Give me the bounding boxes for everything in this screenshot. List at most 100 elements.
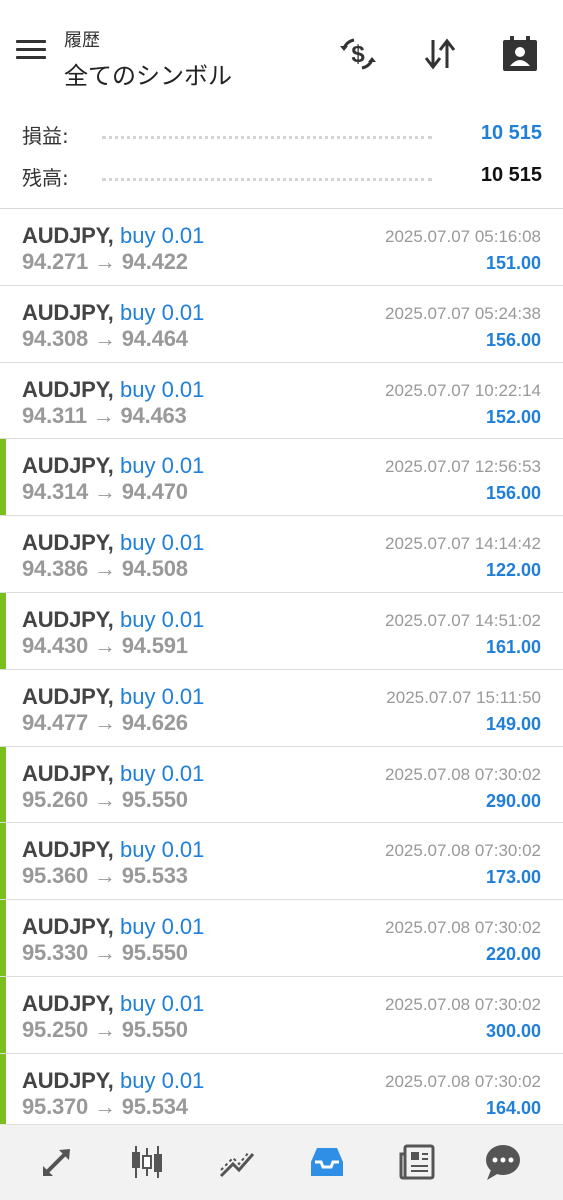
profit-value: 10 515 <box>480 122 542 144</box>
svg-text:$: $ <box>351 41 365 68</box>
trade-symbol: AUDJPY, <box>22 1067 114 1093</box>
trade-time: 2025.07.07 14:14:42 <box>385 534 541 554</box>
trade-symbol: AUDJPY, <box>22 299 114 325</box>
profit-row: 損益: 10 515 <box>22 120 542 150</box>
balance-label: 残高: <box>22 166 69 190</box>
trade-row[interactable]: AUDJPY, buy 0.01 94.477 → 94.626 2025.07… <box>0 670 563 747</box>
trade-symbol: AUDJPY, <box>22 837 114 863</box>
profit-accent-bar <box>0 823 6 900</box>
trade-time: 2025.07.07 05:24:38 <box>385 303 541 323</box>
trade-row[interactable]: AUDJPY, buy 0.01 94.308 → 94.464 2025.07… <box>0 286 563 363</box>
trade-row[interactable]: AUDJPY, buy 0.01 95.370 → 95.534 2025.07… <box>0 1053 563 1131</box>
sort-icon[interactable] <box>420 34 460 74</box>
profit-label: 損益: <box>22 124 69 148</box>
trade-profit: 122.00 <box>485 560 541 581</box>
profit-accent-bar <box>0 976 6 1053</box>
balance-value: 10 515 <box>480 164 542 186</box>
trade-prices: 95.250 → 95.550 <box>22 1016 188 1042</box>
trade-time: 2025.07.07 15:11:50 <box>386 687 541 707</box>
profit-accent-bar <box>0 900 6 976</box>
trade-time: 2025.07.07 10:22:14 <box>385 380 541 400</box>
trade-prices: 94.430 → 94.591 <box>22 632 188 658</box>
trade-side-volume: buy 0.01 <box>120 760 205 786</box>
trade-prices: 95.260 → 95.550 <box>22 786 188 812</box>
trade-profit: 151.00 <box>485 253 541 273</box>
trade-side-volume: buy 0.01 <box>120 837 205 863</box>
trade-side-volume: buy 0.01 <box>120 683 205 709</box>
trade-side-volume: buy 0.01 <box>120 606 205 632</box>
trade-prices: 94.311 → 94.463 <box>22 402 187 428</box>
trade-side-volume: buy 0.01 <box>120 914 205 940</box>
trade-profit: 164.00 <box>485 1097 541 1118</box>
messages-icon[interactable] <box>478 1137 528 1187</box>
balance-row: 残高: 10 515 <box>22 162 542 192</box>
trade-symbol: AUDJPY, <box>22 453 114 479</box>
trade-row[interactable]: AUDJPY, buy 0.01 94.271 → 94.422 2025.07… <box>0 209 563 286</box>
profit-accent-bar <box>0 592 6 669</box>
trade-row[interactable]: AUDJPY, buy 0.01 94.314 → 94.470 2025.07… <box>0 439 563 517</box>
trade-row[interactable]: AUDJPY, buy 0.01 95.250 → 95.550 2025.07… <box>0 976 563 1054</box>
trade-side-volume: buy 0.01 <box>120 223 205 248</box>
page-title[interactable]: 全てのシンボル <box>64 56 232 91</box>
trade-row[interactable]: AUDJPY, buy 0.01 95.360 → 95.533 2025.07… <box>0 823 563 901</box>
trade-time: 2025.07.07 05:16:08 <box>385 227 541 246</box>
trade-time: 2025.07.08 07:30:02 <box>385 1071 541 1091</box>
trade-prices: 94.386 → 94.508 <box>22 556 188 582</box>
app-header: 履歴 全てのシンボル $ <box>0 0 563 104</box>
trade-symbol: AUDJPY, <box>22 914 114 940</box>
trade-side-volume: buy 0.01 <box>120 990 205 1016</box>
trade-prices: 95.330 → 95.550 <box>22 940 188 966</box>
trade-symbol: AUDJPY, <box>22 223 114 248</box>
history-icon[interactable] <box>302 1137 352 1187</box>
account-summary: 損益: 10 515 残高: 10 515 <box>0 110 563 208</box>
trade-symbol: AUDJPY, <box>22 683 114 709</box>
trade-icon[interactable] <box>212 1137 262 1187</box>
trade-side-volume: buy 0.01 <box>120 1067 205 1093</box>
trade-symbol: AUDJPY, <box>22 376 114 402</box>
trade-time: 2025.07.08 07:30:02 <box>385 918 541 938</box>
dotted-leader <box>102 136 432 139</box>
profit-accent-bar <box>0 746 6 823</box>
trade-time: 2025.07.08 07:30:02 <box>385 994 541 1014</box>
dotted-leader <box>102 178 432 181</box>
trade-profit: 156.00 <box>485 483 541 504</box>
account-report-icon[interactable] <box>500 34 540 74</box>
trade-side-volume: buy 0.01 <box>120 299 205 325</box>
page-subtitle: 履歴 <box>64 30 100 51</box>
bottom-navigation <box>0 1124 563 1200</box>
chart-icon[interactable] <box>122 1137 172 1187</box>
trade-side-volume: buy 0.01 <box>120 453 205 479</box>
trade-profit: 173.00 <box>485 867 541 888</box>
trade-side-volume: buy 0.01 <box>120 530 205 556</box>
trade-profit: 156.00 <box>485 329 541 350</box>
quotes-icon[interactable] <box>32 1137 82 1187</box>
profit-accent-bar <box>0 439 6 516</box>
trade-profit: 300.00 <box>485 1020 541 1041</box>
trade-time: 2025.07.07 12:56:53 <box>385 457 541 477</box>
profit-accent-bar <box>0 1053 6 1130</box>
menu-icon[interactable] <box>16 40 46 64</box>
trade-row[interactable]: AUDJPY, buy 0.01 94.311 → 94.463 2025.07… <box>0 363 563 440</box>
trade-time: 2025.07.07 14:51:02 <box>385 610 541 630</box>
trade-row[interactable]: AUDJPY, buy 0.01 94.430 → 94.591 2025.07… <box>0 592 563 670</box>
trade-prices: 95.370 → 95.534 <box>22 1093 188 1119</box>
trade-time: 2025.07.08 07:30:02 <box>385 764 541 784</box>
trade-symbol: AUDJPY, <box>22 760 114 786</box>
trade-row[interactable]: AUDJPY, buy 0.01 95.330 → 95.550 2025.07… <box>0 900 563 977</box>
trade-side-volume: buy 0.01 <box>120 376 205 402</box>
news-icon[interactable] <box>392 1137 442 1187</box>
trade-profit: 152.00 <box>485 406 541 427</box>
trade-profit: 149.00 <box>485 713 541 734</box>
trade-symbol: AUDJPY, <box>22 606 114 632</box>
trade-prices: 95.360 → 95.533 <box>22 863 188 889</box>
trade-prices: 94.314 → 94.470 <box>22 479 188 505</box>
trade-prices: 94.271 → 94.422 <box>22 249 188 274</box>
trade-row[interactable]: AUDJPY, buy 0.01 95.260 → 95.550 2025.07… <box>0 746 563 824</box>
trade-symbol: AUDJPY, <box>22 530 114 556</box>
trade-profit: 161.00 <box>485 636 541 657</box>
trade-symbol: AUDJPY, <box>22 990 114 1016</box>
trade-row[interactable]: AUDJPY, buy 0.01 94.386 → 94.508 2025.07… <box>0 516 563 593</box>
trade-time: 2025.07.08 07:30:02 <box>385 841 541 861</box>
currency-exchange-icon[interactable]: $ <box>338 34 378 74</box>
trade-profit: 290.00 <box>485 790 541 811</box>
